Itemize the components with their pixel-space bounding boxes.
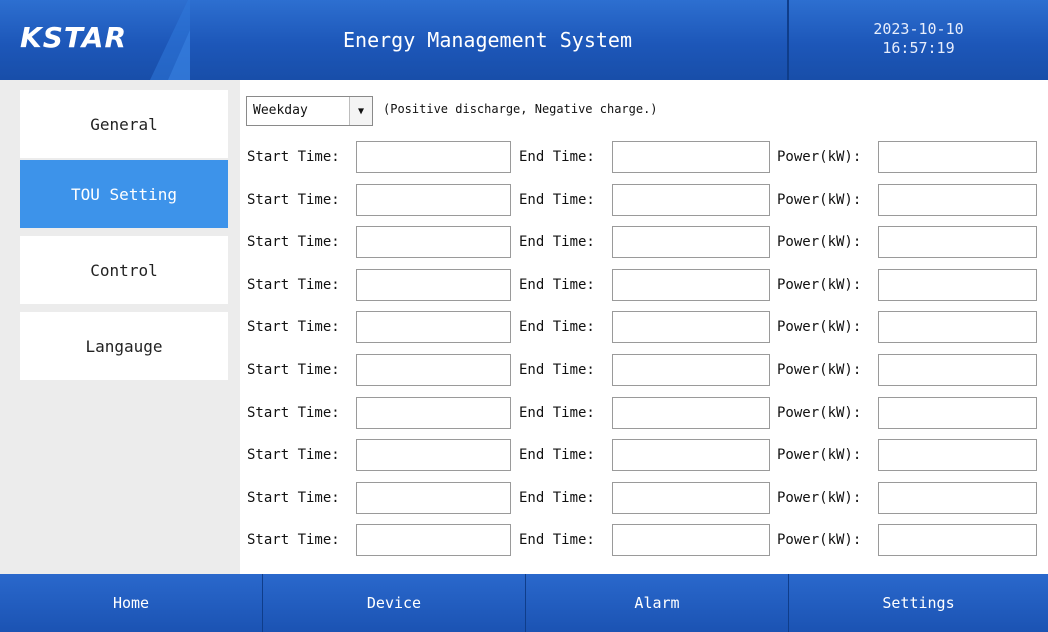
tou-settings-panel: Weekday ▼ (Positive discharge, Negative … [240, 80, 1048, 574]
end-time-input[interactable] [612, 524, 770, 556]
tou-row: Start Time: End Time: Power(kW): [240, 354, 1048, 386]
sidebar-item-tou-setting[interactable]: TOU Setting [20, 160, 228, 228]
power-input[interactable] [878, 141, 1037, 173]
start-time-label: Start Time: [247, 319, 340, 335]
end-time-label: End Time: [519, 362, 595, 378]
sidebar-item-language[interactable]: Langauge [20, 312, 228, 380]
power-label: Power(kW): [777, 234, 862, 250]
power-input[interactable] [878, 184, 1037, 216]
power-input[interactable] [878, 226, 1037, 258]
start-time-label: Start Time: [247, 405, 340, 421]
dropdown-arrow-icon[interactable]: ▼ [349, 97, 372, 125]
nav-alarm[interactable]: Alarm [526, 574, 788, 632]
app-window: KSTAR Energy Management System 2023-10-1… [0, 0, 1048, 632]
start-time-label: Start Time: [247, 277, 340, 293]
day-type-value: Weekday [253, 103, 308, 118]
logo: KSTAR [0, 0, 190, 80]
start-time-input[interactable] [356, 141, 511, 173]
start-time-input[interactable] [356, 226, 511, 258]
sidebar-item-control[interactable]: Control [20, 236, 228, 304]
power-label: Power(kW): [777, 532, 862, 548]
end-time-label: End Time: [519, 319, 595, 335]
tou-row: Start Time: End Time: Power(kW): [240, 524, 1048, 556]
sidebar-item-label: TOU Setting [71, 184, 177, 204]
header-bar: KSTAR Energy Management System 2023-10-1… [0, 0, 1048, 80]
start-time-input[interactable] [356, 524, 511, 556]
start-time-label: Start Time: [247, 234, 340, 250]
end-time-label: End Time: [519, 192, 595, 208]
end-time-label: End Time: [519, 277, 595, 293]
clock-time: 16:57:19 [882, 39, 955, 57]
tou-row: Start Time: End Time: Power(kW): [240, 439, 1048, 471]
power-input[interactable] [878, 439, 1037, 471]
end-time-input[interactable] [612, 141, 770, 173]
start-time-input[interactable] [356, 354, 511, 386]
sidebar-item-general[interactable]: General [20, 90, 228, 158]
page-title: Energy Management System [343, 28, 632, 52]
sidebar-item-label: General [90, 114, 158, 134]
power-label: Power(kW): [777, 362, 862, 378]
power-label: Power(kW): [777, 405, 862, 421]
start-time-label: Start Time: [247, 362, 340, 378]
start-time-input[interactable] [356, 397, 511, 429]
start-time-input[interactable] [356, 482, 511, 514]
power-label: Power(kW): [777, 319, 862, 335]
end-time-label: End Time: [519, 149, 595, 165]
start-time-label: Start Time: [247, 447, 340, 463]
start-time-label: Start Time: [247, 490, 340, 506]
power-label: Power(kW): [777, 447, 862, 463]
end-time-label: End Time: [519, 490, 595, 506]
charge-hint: (Positive discharge, Negative charge.) [383, 102, 658, 116]
end-time-input[interactable] [612, 439, 770, 471]
start-time-input[interactable] [356, 184, 511, 216]
end-time-label: End Time: [519, 447, 595, 463]
tou-row: Start Time: End Time: Power(kW): [240, 226, 1048, 258]
power-input[interactable] [878, 311, 1037, 343]
tou-row: Start Time: End Time: Power(kW): [240, 141, 1048, 173]
start-time-label: Start Time: [247, 532, 340, 548]
power-input[interactable] [878, 482, 1037, 514]
sidebar-item-label: Control [90, 260, 158, 280]
power-label: Power(kW): [777, 277, 862, 293]
start-time-input[interactable] [356, 439, 511, 471]
start-time-label: Start Time: [247, 149, 340, 165]
clock-date: 2023-10-10 [873, 20, 964, 38]
tou-row: Start Time: End Time: Power(kW): [240, 397, 1048, 429]
tou-row: Start Time: End Time: Power(kW): [240, 482, 1048, 514]
start-time-input[interactable] [356, 311, 511, 343]
end-time-input[interactable] [612, 226, 770, 258]
logo-text: KSTAR [20, 21, 128, 54]
end-time-input[interactable] [612, 311, 770, 343]
power-label: Power(kW): [777, 490, 862, 506]
power-label: Power(kW): [777, 149, 862, 165]
end-time-input[interactable] [612, 184, 770, 216]
tou-row: Start Time: End Time: Power(kW): [240, 311, 1048, 343]
power-label: Power(kW): [777, 192, 862, 208]
clock: 2023-10-10 16:57:19 [789, 20, 1048, 58]
power-input[interactable] [878, 397, 1037, 429]
end-time-input[interactable] [612, 397, 770, 429]
end-time-input[interactable] [612, 354, 770, 386]
nav-home[interactable]: Home [0, 574, 262, 632]
end-time-input[interactable] [612, 269, 770, 301]
sidebar-item-label: Langauge [85, 336, 163, 356]
bottom-nav: Home Device Alarm Settings [0, 574, 1048, 632]
start-time-label: Start Time: [247, 192, 340, 208]
start-time-input[interactable] [356, 269, 511, 301]
power-input[interactable] [878, 269, 1037, 301]
sidebar: General TOU Setting Control Langauge [0, 80, 240, 574]
end-time-label: End Time: [519, 405, 595, 421]
tou-row: Start Time: End Time: Power(kW): [240, 269, 1048, 301]
end-time-label: End Time: [519, 234, 595, 250]
power-input[interactable] [878, 354, 1037, 386]
end-time-input[interactable] [612, 482, 770, 514]
nav-settings[interactable]: Settings [789, 574, 1048, 632]
nav-device[interactable]: Device [263, 574, 525, 632]
day-type-select[interactable]: Weekday ▼ [246, 96, 373, 126]
tou-row: Start Time: End Time: Power(kW): [240, 184, 1048, 216]
power-input[interactable] [878, 524, 1037, 556]
end-time-label: End Time: [519, 532, 595, 548]
